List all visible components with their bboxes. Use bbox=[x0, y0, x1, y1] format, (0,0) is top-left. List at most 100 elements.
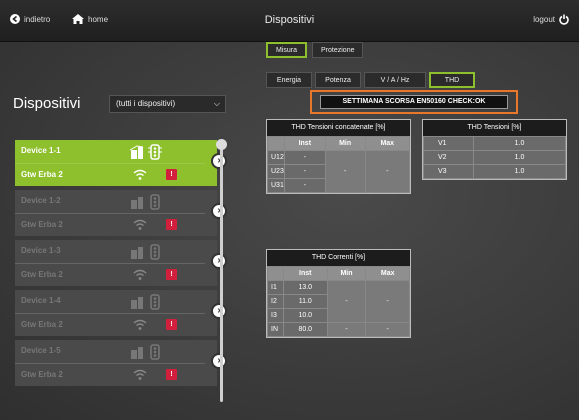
thd-tensioni-table: THD Tensioni [%] V1 1.0 V2 1.0 V3 1.0 bbox=[422, 119, 567, 180]
gateway-name: Gtw Erba 2 bbox=[21, 320, 63, 329]
row-label: U31 bbox=[267, 178, 285, 193]
table-header: Min bbox=[324, 136, 366, 151]
tab-v-a-hz[interactable]: V / A / Hz bbox=[364, 72, 426, 88]
gateway-name: Gtw Erba 2 bbox=[21, 270, 63, 279]
device-card[interactable]: Device 1-2 Gtw Erba 2 ! › bbox=[15, 190, 227, 236]
device-name: Device 1-3 bbox=[21, 246, 61, 255]
tab-thd[interactable]: THD bbox=[429, 72, 475, 88]
inst-value: - bbox=[283, 150, 326, 165]
table-row: U12 - - - bbox=[267, 150, 410, 193]
gateway-name: Gtw Erba 2 bbox=[21, 370, 63, 379]
inst-value: 13.0 bbox=[283, 280, 328, 295]
value: 1.0 bbox=[473, 164, 566, 179]
row-label: V3 bbox=[423, 164, 474, 179]
thd-correnti-table: THD Correnti [%] Inst Min Max I1 13.0 - … bbox=[266, 249, 411, 338]
wifi-icon bbox=[133, 369, 147, 380]
device-card[interactable]: Device 1-4 Gtw Erba 2 ! › bbox=[15, 290, 227, 336]
table-row: I1 13.0 - - bbox=[267, 280, 410, 323]
value: 1.0 bbox=[473, 150, 566, 165]
chevron-right-icon[interactable]: › bbox=[211, 353, 227, 369]
inst-value: 10.0 bbox=[283, 308, 328, 323]
device-row: Device 1-4 bbox=[15, 290, 205, 313]
power-icon bbox=[559, 14, 569, 25]
alarm-badge: ! bbox=[166, 169, 177, 180]
max-value: - bbox=[365, 280, 410, 323]
chevron-right-icon[interactable]: › bbox=[211, 303, 227, 319]
row-label: I2 bbox=[267, 294, 284, 309]
chevron-down-icon: ⌵ bbox=[213, 99, 220, 108]
table-title: THD Correnti [%] bbox=[267, 250, 410, 266]
chevron-right-icon[interactable]: › bbox=[211, 253, 227, 269]
min-value: - bbox=[326, 280, 367, 323]
gateway-row: Gtw Erba 2 ! bbox=[15, 163, 205, 186]
row-label: IN bbox=[267, 322, 284, 337]
building-signal-icon bbox=[131, 194, 160, 210]
device-card[interactable]: Device 1-5 Gtw Erba 2 ! › bbox=[15, 340, 227, 386]
gateway-name: Gtw Erba 2 bbox=[21, 220, 63, 229]
tab-energia[interactable]: Energia bbox=[266, 72, 312, 88]
logout-button[interactable]: logout bbox=[533, 14, 569, 25]
value: 1.0 bbox=[473, 136, 566, 151]
table-row: V2 1.0 bbox=[423, 150, 566, 165]
min-value: - bbox=[326, 322, 367, 337]
section-heading: Dispositivi bbox=[13, 95, 81, 112]
gateway-row: Gtw Erba 2 ! bbox=[15, 313, 205, 336]
scrollbar-thumb[interactable] bbox=[216, 139, 227, 150]
chevron-right-icon[interactable]: › bbox=[211, 153, 227, 169]
device-name: Device 1-1 bbox=[21, 146, 61, 155]
device-name: Device 1-2 bbox=[21, 196, 61, 205]
building-signal-icon bbox=[131, 294, 160, 310]
gateway-row: Gtw Erba 2 ! bbox=[15, 363, 205, 386]
tab-potenza[interactable]: Potenza bbox=[315, 72, 361, 88]
building-signal-icon bbox=[131, 344, 160, 360]
table-header: Max bbox=[365, 266, 410, 281]
tab-misura[interactable]: Misura bbox=[266, 42, 308, 58]
alarm-badge: ! bbox=[166, 369, 177, 380]
logout-label: logout bbox=[533, 15, 555, 24]
table-header bbox=[267, 136, 285, 151]
table-header: Inst bbox=[283, 136, 326, 151]
top-bar: indietro home Dispositivi logout bbox=[0, 0, 579, 42]
gateway-name: Gtw Erba 2 bbox=[21, 170, 63, 179]
tab-protezione[interactable]: Protezione bbox=[312, 42, 364, 58]
table-header bbox=[267, 266, 284, 281]
table-title: THD Tensioni concatenate [%] bbox=[267, 120, 410, 136]
max-value: - bbox=[364, 150, 410, 193]
wifi-icon bbox=[133, 169, 147, 180]
row-label: I1 bbox=[267, 280, 284, 295]
primary-tabs: Misura Protezione bbox=[266, 42, 364, 58]
row-label: U12 bbox=[267, 150, 285, 165]
alarm-badge: ! bbox=[166, 219, 177, 230]
check-highlight: SETTIMANA SCORSA EN50160 CHECK:OK bbox=[310, 90, 518, 114]
device-list-scrollbar[interactable] bbox=[220, 144, 223, 402]
table-header: Max bbox=[364, 136, 410, 151]
table-header: Min bbox=[326, 266, 367, 281]
alarm-badge: ! bbox=[166, 319, 177, 330]
row-label: I3 bbox=[267, 308, 284, 323]
device-filter-select[interactable]: (tutti i dispositivi) ⌵ bbox=[109, 95, 226, 113]
chevron-right-icon[interactable]: › bbox=[211, 203, 227, 219]
row-label: V1 bbox=[423, 136, 474, 151]
row-label: U23 bbox=[267, 164, 285, 179]
min-value: - bbox=[324, 150, 366, 193]
wifi-icon bbox=[133, 319, 147, 330]
device-list: Device 1-1 Gtw Erba 2 ! › Device 1-2 Gtw… bbox=[15, 140, 227, 390]
gateway-row: Gtw Erba 2 ! bbox=[15, 263, 205, 286]
alarm-badge: ! bbox=[166, 269, 177, 280]
table-row: V1 1.0 bbox=[423, 136, 566, 151]
device-row: Device 1-3 bbox=[15, 240, 205, 263]
table-row: V3 1.0 bbox=[423, 164, 566, 179]
max-value: - bbox=[365, 322, 410, 337]
table-title: THD Tensioni [%] bbox=[423, 120, 566, 136]
table-row: IN 80.0 - - bbox=[267, 322, 410, 337]
device-card[interactable]: Device 1-3 Gtw Erba 2 ! › bbox=[15, 240, 227, 286]
device-row: Device 1-2 bbox=[15, 190, 205, 213]
wifi-icon bbox=[133, 219, 147, 230]
table-header: Inst bbox=[283, 266, 328, 281]
inst-value: 11.0 bbox=[283, 294, 328, 309]
building-signal-icon bbox=[129, 144, 162, 160]
device-row: Device 1-5 bbox=[15, 340, 205, 363]
device-card[interactable]: Device 1-1 Gtw Erba 2 ! › bbox=[15, 140, 227, 186]
building-signal-icon bbox=[131, 244, 160, 260]
thd-concatenate-table: THD Tensioni concatenate [%] Inst Min Ma… bbox=[266, 119, 411, 194]
